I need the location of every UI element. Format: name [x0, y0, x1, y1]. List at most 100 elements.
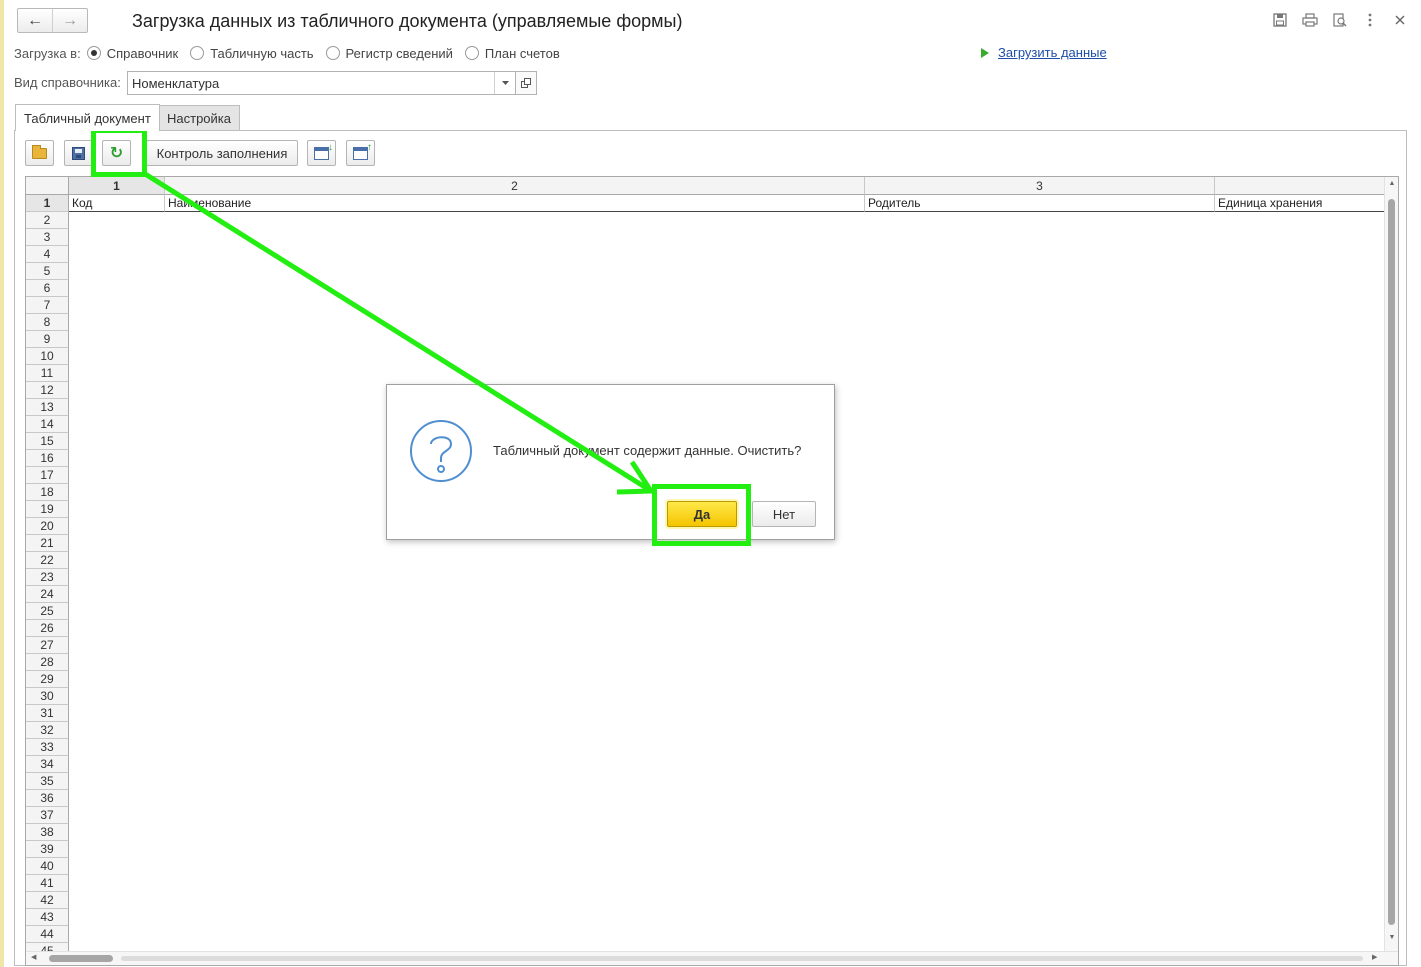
import-button[interactable]: ↑: [346, 140, 375, 166]
tab-settings[interactable]: Настройка: [158, 105, 240, 131]
row-header[interactable]: 36: [26, 790, 69, 807]
radio-circle-icon[interactable]: [86, 46, 101, 60]
no-button[interactable]: Нет: [752, 501, 816, 527]
yes-button[interactable]: Да: [667, 501, 737, 527]
row-header[interactable]: 21: [26, 535, 69, 552]
row-header[interactable]: 23: [26, 569, 69, 586]
column-header-blank[interactable]: [1215, 177, 1385, 195]
radio-table-part[interactable]: Табличную часть: [190, 46, 314, 61]
open-window-icon: [521, 78, 531, 88]
close-icon[interactable]: [1391, 11, 1409, 29]
radio-label: План счетов: [484, 45, 560, 61]
row-header[interactable]: 17: [26, 467, 69, 484]
row-header[interactable]: 30: [26, 688, 69, 705]
row-header[interactable]: 16: [26, 450, 69, 467]
row-header[interactable]: 13: [26, 399, 69, 416]
save-icon[interactable]: [1271, 11, 1289, 29]
row-header[interactable]: 38: [26, 824, 69, 841]
tab-spreadsheet[interactable]: Табличный документ: [15, 104, 160, 131]
row-header[interactable]: 24: [26, 586, 69, 603]
row-header[interactable]: 25: [26, 603, 69, 620]
column-header[interactable]: 3: [865, 177, 1215, 195]
save-file-button[interactable]: [64, 140, 93, 166]
confirm-dialog: Табличный документ содержит данные. Очис…: [386, 384, 835, 540]
header-cell-unit[interactable]: Единица хранения: [1215, 195, 1385, 212]
scroll-down-icon[interactable]: ▼: [1385, 934, 1398, 941]
row-header[interactable]: 4: [26, 246, 69, 263]
import-icon: ↑: [353, 142, 372, 160]
row-header[interactable]: 40: [26, 858, 69, 875]
row-header[interactable]: 31: [26, 705, 69, 722]
scroll-up-icon[interactable]: ▲: [1385, 180, 1398, 187]
row-header[interactable]: 27: [26, 637, 69, 654]
dropdown-arrow-icon[interactable]: [494, 72, 515, 94]
horizontal-scrollbar[interactable]: ◀ ▶: [26, 951, 1398, 965]
row-header[interactable]: 6: [26, 280, 69, 297]
row-header[interactable]: 10: [26, 348, 69, 365]
export-icon: ↓: [314, 142, 333, 160]
row-header[interactable]: 7: [26, 297, 69, 314]
preview-icon[interactable]: [1331, 11, 1349, 29]
row-header[interactable]: 11: [26, 365, 69, 382]
horizontal-scroll-thumb[interactable]: [49, 955, 113, 962]
load-into-label: Загрузка в:: [14, 45, 81, 61]
row-header[interactable]: 43: [26, 909, 69, 926]
row-header[interactable]: 37: [26, 807, 69, 824]
row-header[interactable]: 15: [26, 433, 69, 450]
row-header[interactable]: 5: [26, 263, 69, 280]
row-header[interactable]: 26: [26, 620, 69, 637]
radio-circle-icon[interactable]: [464, 46, 479, 60]
window-title: Загрузка данных из табличного документа …: [132, 11, 683, 31]
scroll-right-icon[interactable]: ▶: [1372, 953, 1377, 961]
export-button[interactable]: ↓: [307, 140, 336, 166]
row-header[interactable]: 44: [26, 926, 69, 943]
catalog-type-field[interactable]: Номенклатура: [127, 71, 516, 95]
header-cell-parent[interactable]: Родитель: [865, 195, 1215, 212]
row-header[interactable]: 1: [26, 195, 69, 212]
radio-info-register[interactable]: Регистр сведений: [325, 46, 453, 61]
catalog-type-value[interactable]: Номенклатура: [132, 76, 219, 91]
row-header[interactable]: 3: [26, 229, 69, 246]
row-header[interactable]: 32: [26, 722, 69, 739]
vertical-scrollbar[interactable]: ▲ ▼: [1384, 177, 1398, 953]
row-header[interactable]: 33: [26, 739, 69, 756]
radio-chart-of-accounts[interactable]: План счетов: [464, 45, 560, 61]
row-header[interactable]: 19: [26, 501, 69, 518]
forward-button[interactable]: →: [52, 9, 87, 32]
row-header[interactable]: 2: [26, 212, 69, 229]
column-header[interactable]: 1: [69, 177, 165, 195]
row-header[interactable]: 20: [26, 518, 69, 535]
scroll-left-icon[interactable]: ◀: [31, 953, 36, 961]
radio-catalog[interactable]: Справочник: [86, 46, 178, 61]
open-catalog-button[interactable]: [516, 71, 537, 95]
header-cell-code[interactable]: Код: [69, 195, 165, 212]
spreadsheet[interactable]: 1 2 3 Код Наименование Родитель Единица …: [25, 176, 1399, 966]
radio-circle-icon[interactable]: [325, 46, 340, 60]
row-header[interactable]: 22: [26, 552, 69, 569]
load-data-link[interactable]: Загрузить данные: [981, 45, 1107, 60]
vertical-scroll-thumb[interactable]: [1388, 199, 1395, 925]
open-file-button[interactable]: [25, 140, 54, 166]
back-button[interactable]: ←: [18, 9, 52, 32]
column-header[interactable]: 2: [165, 177, 865, 195]
row-header[interactable]: 9: [26, 331, 69, 348]
fill-control-button[interactable]: Контроль заполнения: [146, 140, 298, 166]
window-header-icons: [1271, 11, 1409, 29]
row-header[interactable]: 35: [26, 773, 69, 790]
row-header[interactable]: 8: [26, 314, 69, 331]
more-icon[interactable]: [1361, 11, 1379, 29]
row-header[interactable]: 34: [26, 756, 69, 773]
radio-circle-icon[interactable]: [190, 46, 205, 60]
row-header[interactable]: 42: [26, 892, 69, 909]
row-header[interactable]: 28: [26, 654, 69, 671]
load-data-link-text[interactable]: Загрузить данные: [998, 45, 1107, 60]
row-header[interactable]: 14: [26, 416, 69, 433]
row-header[interactable]: 12: [26, 382, 69, 399]
header-cell-name[interactable]: Наименование: [165, 195, 865, 212]
refresh-button[interactable]: ↻: [102, 140, 131, 166]
row-header[interactable]: 29: [26, 671, 69, 688]
row-header[interactable]: 39: [26, 841, 69, 858]
row-header[interactable]: 18: [26, 484, 69, 501]
row-header[interactable]: 41: [26, 875, 69, 892]
print-icon[interactable]: [1301, 11, 1319, 29]
